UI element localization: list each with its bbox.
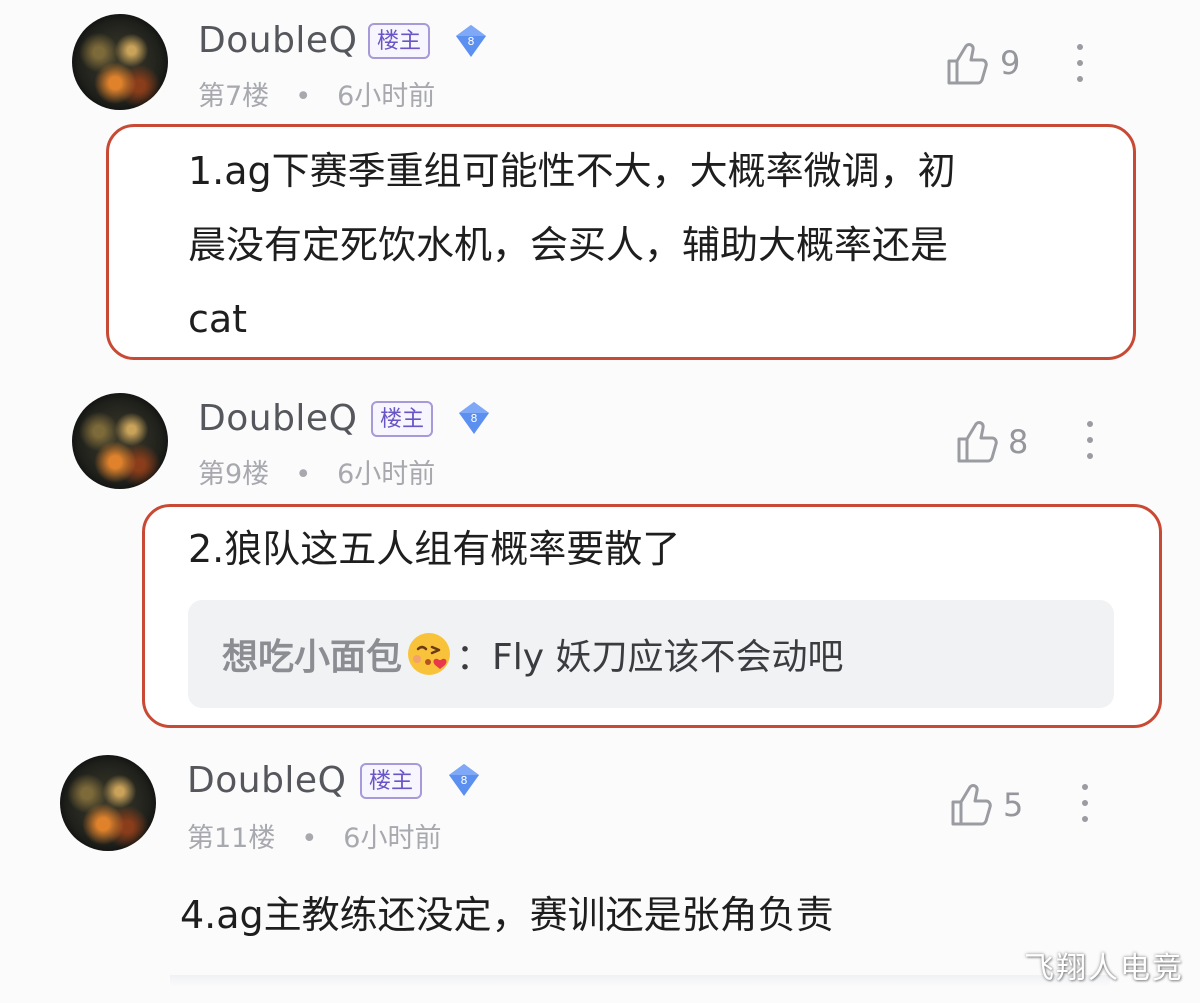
reply-separator: ： [456,637,493,678]
reply-line[interactable]: 想吃小面包 ：Fly 妖刀应该不会动吧 [222,628,844,688]
reply-author[interactable]: 想吃小面包 [222,637,402,678]
next-item-edge [170,975,1110,987]
diamond-level-icon: 8 [449,764,479,796]
op-badge: 楼主 [371,401,434,437]
floor-number: 第9楼 [198,459,270,490]
meta-separator: • [295,81,312,112]
post-meta: 第9楼 • 6小时前 [198,452,435,491]
username[interactable]: DoubleQ [187,760,346,801]
post-meta: 第7楼 • 6小时前 [198,74,435,113]
floor-number: 第7楼 [198,81,270,112]
diamond-level-icon: 8 [459,402,489,434]
body-line: 4.ag主教练还没定，赛训还是张角负责 [180,893,834,937]
diamond-level-icon: 8 [456,25,486,57]
post-meta: 第11楼 • 6小时前 [187,816,441,855]
avatar[interactable] [72,14,168,110]
post-time: 6小时前 [337,459,436,490]
body-line: 晨没有定死饮水机，会买人，辅助大概率还是 [188,223,949,267]
post-body: 1.ag下赛季重组可能性不大，大概率微调，初 晨没有定死饮水机，会买人，辅助大概… [188,134,956,356]
username[interactable]: DoubleQ [198,398,357,439]
like-count: 8 [1008,423,1029,461]
op-badge: 楼主 [368,23,431,59]
body-line: cat [188,297,248,341]
reply-content: Fly 妖刀应该不会动吧 [492,637,844,678]
op-badge: 楼主 [360,763,423,799]
meta-separator: • [301,823,318,854]
thumbs-up-icon[interactable] [956,420,998,464]
level-number: 8 [461,774,468,787]
more-options-icon[interactable] [1084,421,1096,465]
kissing-face-emoji-icon [408,633,451,675]
thumbs-up-icon[interactable] [946,42,988,86]
post-body: 4.ag主教练还没定，赛训还是张角负责 [180,878,834,952]
watermark: 飞翔人电竞 [1024,951,1184,986]
floor-number: 第11楼 [187,823,276,854]
thumbs-up-icon[interactable] [950,783,992,827]
level-number: 8 [468,35,475,48]
more-options-icon[interactable] [1074,44,1086,88]
avatar[interactable] [60,755,156,851]
post-body: 2.狼队这五人组有概率要散了 [188,512,680,586]
body-line: 2.狼队这五人组有概率要散了 [188,527,681,571]
post-time: 6小时前 [343,823,442,854]
body-line: 1.ag下赛季重组可能性不大，大概率微调，初 [188,149,956,193]
like-count: 9 [1000,44,1021,82]
username[interactable]: DoubleQ [198,20,357,61]
post-time: 6小时前 [337,81,436,112]
more-options-icon[interactable] [1079,784,1091,828]
level-number: 8 [471,412,478,425]
meta-separator: • [295,459,312,490]
like-count: 5 [1003,786,1024,824]
avatar[interactable] [72,393,168,489]
